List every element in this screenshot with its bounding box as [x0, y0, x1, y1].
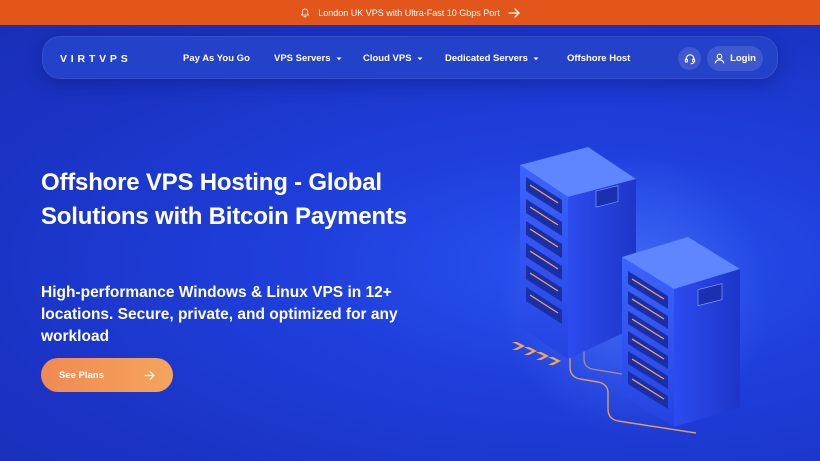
chevron-down-icon [336, 57, 342, 60]
nav-item-label: Offshore Host [567, 53, 631, 64]
nav-item-pay-as-you-go[interactable]: Pay As You Go [183, 37, 250, 80]
announcement-bar[interactable]: London UK VPS with Ultra-Fast 10 Gbps Po… [0, 0, 820, 25]
nav-item-label: Cloud VPS [363, 53, 412, 64]
server-rack-back [520, 147, 636, 359]
chevron-down-icon [533, 57, 539, 60]
bell-icon [300, 8, 310, 17]
headset-icon [684, 53, 695, 64]
nav-item-offshore-host[interactable]: Offshore Host [567, 37, 630, 80]
user-icon [714, 53, 725, 64]
arrow-right-icon [144, 370, 155, 380]
arrow-right-icon [508, 7, 520, 18]
nav-item-vps-servers[interactable]: VPS Servers [274, 37, 342, 80]
server-racks-illustration [500, 147, 770, 437]
login-label: Login [730, 53, 756, 64]
hero-subtitle: High-performance Windows & Linux VPS in … [41, 284, 398, 345]
hero-title: Offshore VPS Hosting - Global Solutions … [41, 169, 407, 230]
main-navbar: VIRTVPS Pay As You Go VPS Servers Cloud … [42, 36, 778, 79]
chevron-down-icon [417, 57, 423, 60]
nav-item-dedicated-servers[interactable]: Dedicated Servers [445, 37, 539, 80]
see-plans-label: See Plans [59, 369, 104, 381]
logo[interactable]: VIRTVPS [60, 37, 132, 80]
hero-section: VIRTVPS Pay As You Go VPS Servers Cloud … [0, 25, 820, 461]
login-button[interactable]: Login [707, 46, 763, 71]
nav-item-cloud-vps[interactable]: Cloud VPS [363, 37, 423, 80]
nav-item-label: Pay As You Go [183, 53, 250, 64]
server-rack-front [622, 237, 740, 427]
see-plans-button[interactable]: See Plans [41, 358, 173, 392]
announcement-text[interactable]: London UK VPS with Ultra-Fast 10 Gbps Po… [318, 8, 500, 18]
nav-item-label: VPS Servers [274, 53, 331, 64]
support-button[interactable] [678, 47, 701, 70]
nav-item-label: Dedicated Servers [445, 53, 528, 64]
